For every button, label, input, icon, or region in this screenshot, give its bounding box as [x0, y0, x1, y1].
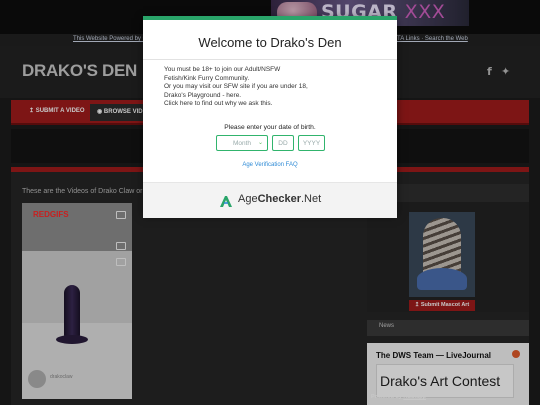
- modal-title: Welcome to Drako's Den: [198, 35, 342, 50]
- modal-message: You must be 18+ to join our Adult/NSFW F…: [164, 66, 379, 109]
- month-select[interactable]: Month ⌄: [216, 135, 268, 151]
- chevron-down-icon: ⌄: [257, 140, 263, 146]
- age-verification-modal: Welcome to Drako's Den You must be 18+ t…: [143, 16, 397, 218]
- year-input[interactable]: YYYY: [298, 135, 325, 151]
- dob-prompt: Please enter your date of birth.: [224, 124, 316, 131]
- modal-divider: [143, 59, 397, 60]
- message-line: You must be 18+ to join our Adult/NSFW: [164, 66, 281, 73]
- message-line-playground-link[interactable]: Drako's Playground - here.: [164, 92, 379, 101]
- age-verification-faq-link[interactable]: Age Verification FAQ: [143, 162, 397, 168]
- message-line: Fetish/Kink Furry Community.: [164, 74, 250, 82]
- message-line-sfw-site[interactable]: Or you may visit our SFW site if you are…: [164, 83, 379, 92]
- message-line-why-link[interactable]: Click here to find out why we ask this.: [164, 100, 379, 109]
- agechecker-logo-icon: [220, 196, 232, 207]
- modal-footer: AgeChecker.Net: [143, 182, 397, 218]
- agechecker-brand[interactable]: AgeChecker.Net: [238, 193, 321, 205]
- day-input[interactable]: DD: [272, 135, 294, 151]
